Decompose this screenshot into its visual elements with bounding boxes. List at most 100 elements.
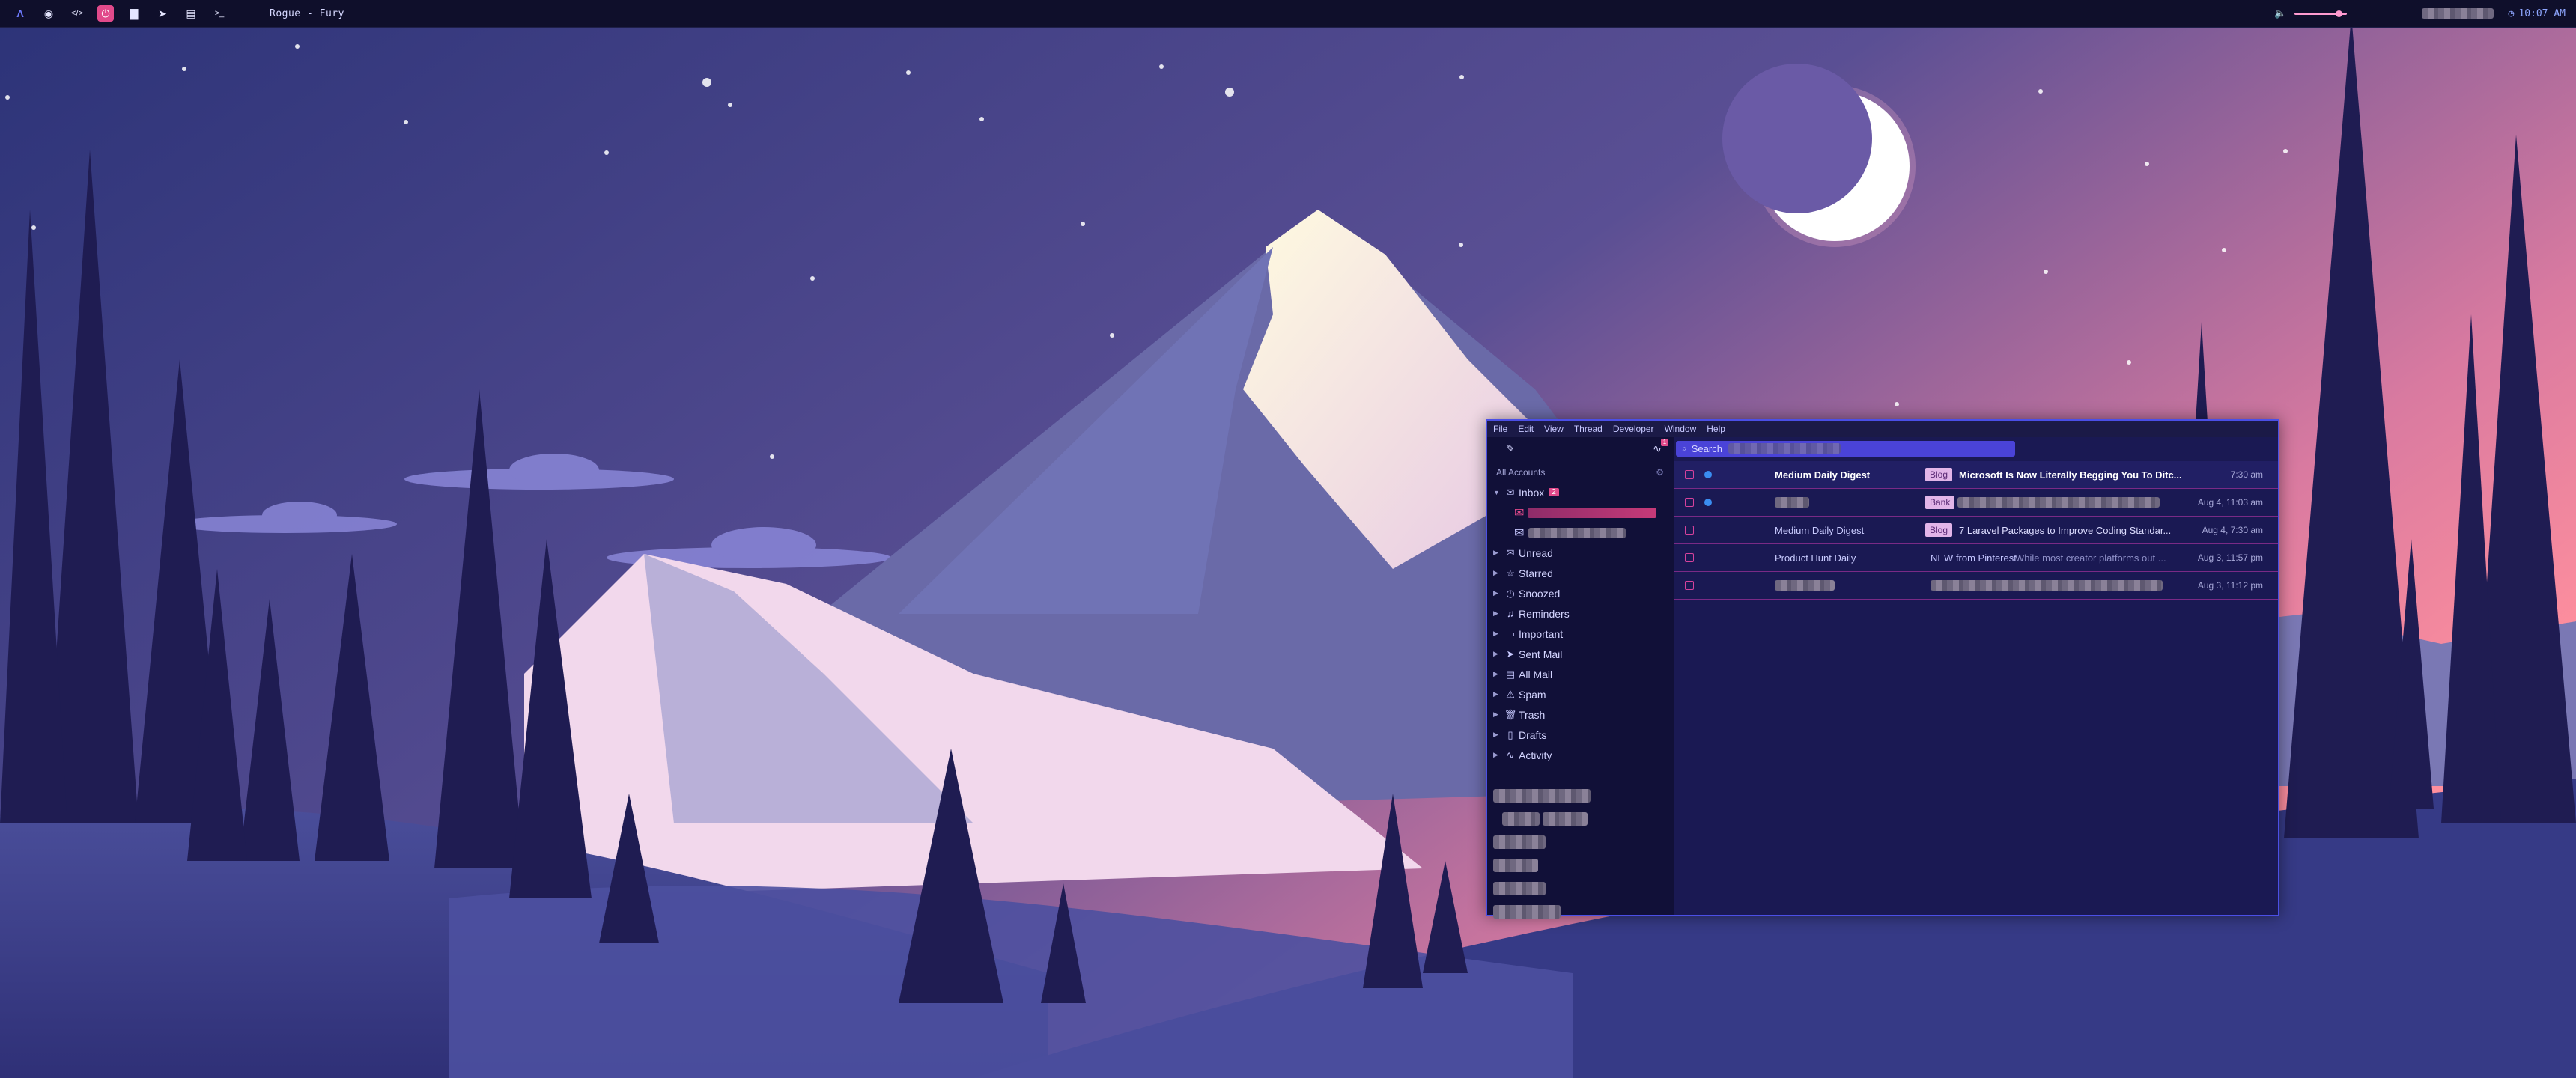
message-row[interactable]: Medium Daily Digest Blog Microsoft Is No…	[1674, 461, 2278, 489]
arch-logo-icon[interactable]: Λ	[12, 5, 28, 22]
folder-label: Trash	[1519, 708, 1546, 721]
message-row[interactable]: Aug 3, 11:12 pm	[1674, 572, 2278, 600]
menu-thread[interactable]: Thread	[1574, 424, 1603, 434]
volume-control[interactable]: 🔈	[2274, 8, 2347, 19]
shell-icon[interactable]: >_	[211, 5, 228, 22]
message-subject: 7 Laravel Packages to Improve Coding Sta…	[1959, 524, 2172, 536]
inbox-count-badge: 2	[1549, 488, 1559, 496]
folder-label: All Mail	[1519, 668, 1553, 680]
sidebar-item-unread[interactable]: ▶ ✉ Unread	[1487, 543, 1674, 563]
select-checkbox[interactable]	[1685, 470, 1694, 479]
select-checkbox[interactable]	[1685, 553, 1694, 562]
message-label: Bank	[1925, 496, 1955, 509]
unread-icon: ✉	[1506, 546, 1515, 558]
select-checkbox[interactable]	[1685, 498, 1694, 507]
menu-developer[interactable]: Developer	[1613, 424, 1654, 434]
account-inbox-icon: ✉	[1514, 526, 1525, 540]
read-dot	[1704, 554, 1712, 561]
message-row[interactable]: Medium Daily Digest Blog 7 Laravel Packa…	[1674, 517, 2278, 544]
search-input[interactable]: ⌕ Search	[1676, 440, 2015, 457]
message-pane: ⌕ Search Medium Daily Digest Blog Micros…	[1674, 437, 2278, 915]
message-sender: Product Hunt Daily	[1775, 552, 1856, 564]
message-row[interactable]: Bank Aug 4, 11:03 am	[1674, 489, 2278, 517]
folder-label: Activity	[1519, 749, 1552, 761]
clock[interactable]: ◷ 10:07 AM	[2509, 8, 2566, 19]
terminal-active-icon[interactable]: ⏻	[97, 5, 114, 22]
panel-left: Λ ◉ </> ⏻ ▇ ➤ ▤ >_ Rogue - Fury	[12, 5, 344, 22]
sidebar-item-trash[interactable]: ▶ 🗑 Trash	[1487, 704, 1674, 725]
top-panel: Λ ◉ </> ⏻ ▇ ➤ ▤ >_ Rogue - Fury 🔈 ◷ 10:0…	[0, 0, 2576, 28]
redacted-labels	[1493, 789, 1591, 928]
folder-label: Spam	[1519, 688, 1546, 701]
sidebar-item-spam[interactable]: ▶ ⚠ Spam	[1487, 684, 1674, 704]
sidebar-item-starred[interactable]: ▶ ☆ Starred	[1487, 563, 1674, 583]
menu-file[interactable]: File	[1493, 424, 1507, 434]
redacted-label	[1493, 905, 1561, 919]
sidebar-item-inbox[interactable]: ▼ ✉ Inbox 2	[1487, 482, 1674, 502]
activity-icon: ∿	[1506, 749, 1515, 761]
sidebar-item-activity[interactable]: ▶ ∿ Activity	[1487, 745, 1674, 765]
volume-slider[interactable]	[2294, 10, 2347, 17]
inbox-label: Inbox	[1519, 486, 1545, 499]
sidebar-item-snoozed[interactable]: ▶ ◷ Snoozed	[1487, 583, 1674, 603]
sidebar-item-allmail[interactable]: ▶ ▤ All Mail	[1487, 664, 1674, 684]
message-date: Aug 4, 11:03 am	[2197, 497, 2263, 508]
folder-label: Starred	[1519, 567, 1553, 579]
menu-bar: File Edit View Thread Developer Window H…	[1487, 421, 2278, 437]
redacted-account	[1528, 507, 1656, 518]
folder-label: Unread	[1519, 546, 1553, 559]
menu-help[interactable]: Help	[1707, 424, 1725, 434]
menu-edit[interactable]: Edit	[1518, 424, 1534, 434]
message-label: Blog	[1925, 468, 1953, 481]
sidebar-item-sent[interactable]: ▶ ➤ Sent Mail	[1487, 644, 1674, 664]
code-icon[interactable]: </>	[69, 5, 85, 22]
compose-icon[interactable]: ✎	[1504, 442, 1517, 455]
search-placeholder: Search	[1691, 442, 1722, 454]
redacted-label	[1502, 812, 1540, 826]
message-label: Blog	[1925, 523, 1953, 537]
redacted-label	[1493, 789, 1591, 803]
draft-icon: ▯	[1507, 728, 1513, 740]
message-date: Aug 3, 11:57 pm	[2197, 552, 2263, 563]
unread-dot	[1704, 499, 1712, 506]
folder-icon[interactable]: ▇	[126, 5, 142, 22]
panel-right: 🔈 ◷ 10:07 AM	[2274, 0, 2566, 27]
message-list: Medium Daily Digest Blog Microsoft Is No…	[1674, 461, 2278, 600]
section-label: All Accounts	[1496, 467, 1546, 478]
redacted-sender	[1775, 580, 1835, 591]
notes-icon[interactable]: ▤	[183, 5, 199, 22]
redacted-tray	[2421, 8, 2494, 19]
folder-label: Reminders	[1519, 607, 1570, 620]
archive-icon: ▤	[1505, 668, 1516, 680]
folder-label: Snoozed	[1519, 587, 1561, 600]
star-icon: ☆	[1506, 567, 1515, 579]
sidebar-account-2[interactable]: ✉	[1487, 523, 1674, 543]
settings-icon[interactable]: ⚙	[1656, 467, 1664, 478]
volume-icon[interactable]: 🔈	[2274, 8, 2286, 19]
menu-view[interactable]: View	[1544, 424, 1564, 434]
chrome-icon[interactable]: ◉	[40, 5, 57, 22]
unread-dot	[1704, 471, 1712, 478]
menu-window[interactable]: Window	[1665, 424, 1697, 434]
activity-icon[interactable]: ∿ 1	[1650, 439, 1668, 455]
caret-down-icon[interactable]: ▼	[1493, 489, 1502, 496]
trash-icon: 🗑	[1504, 708, 1517, 720]
bell-icon: ♫	[1507, 608, 1514, 619]
sidebar-item-reminders[interactable]: ▶ ♫ Reminders	[1487, 603, 1674, 624]
message-date: Aug 3, 11:12 pm	[2197, 580, 2263, 591]
volume-knob[interactable]	[2336, 10, 2343, 17]
send-icon: ➤	[1506, 648, 1515, 660]
sidebar-item-important[interactable]: ▶ ▭ Important	[1487, 624, 1674, 644]
redacted-label	[1543, 812, 1588, 826]
tag-icon: ▭	[1505, 627, 1516, 639]
telegram-icon[interactable]: ➤	[154, 5, 171, 22]
message-row[interactable]: Product Hunt Daily NEW from Pinterest Wh…	[1674, 544, 2278, 572]
select-checkbox[interactable]	[1685, 526, 1694, 535]
sidebar-item-drafts[interactable]: ▶ ▯ Drafts	[1487, 725, 1674, 745]
message-subject: Microsoft Is Now Literally Begging You T…	[1959, 469, 2182, 481]
message-date: 7:30 am	[2230, 469, 2263, 480]
redacted-sender	[1775, 497, 1809, 508]
select-checkbox[interactable]	[1685, 581, 1694, 590]
redacted-subject	[1931, 580, 2163, 591]
sidebar-account-1[interactable]: ✉	[1487, 502, 1674, 523]
